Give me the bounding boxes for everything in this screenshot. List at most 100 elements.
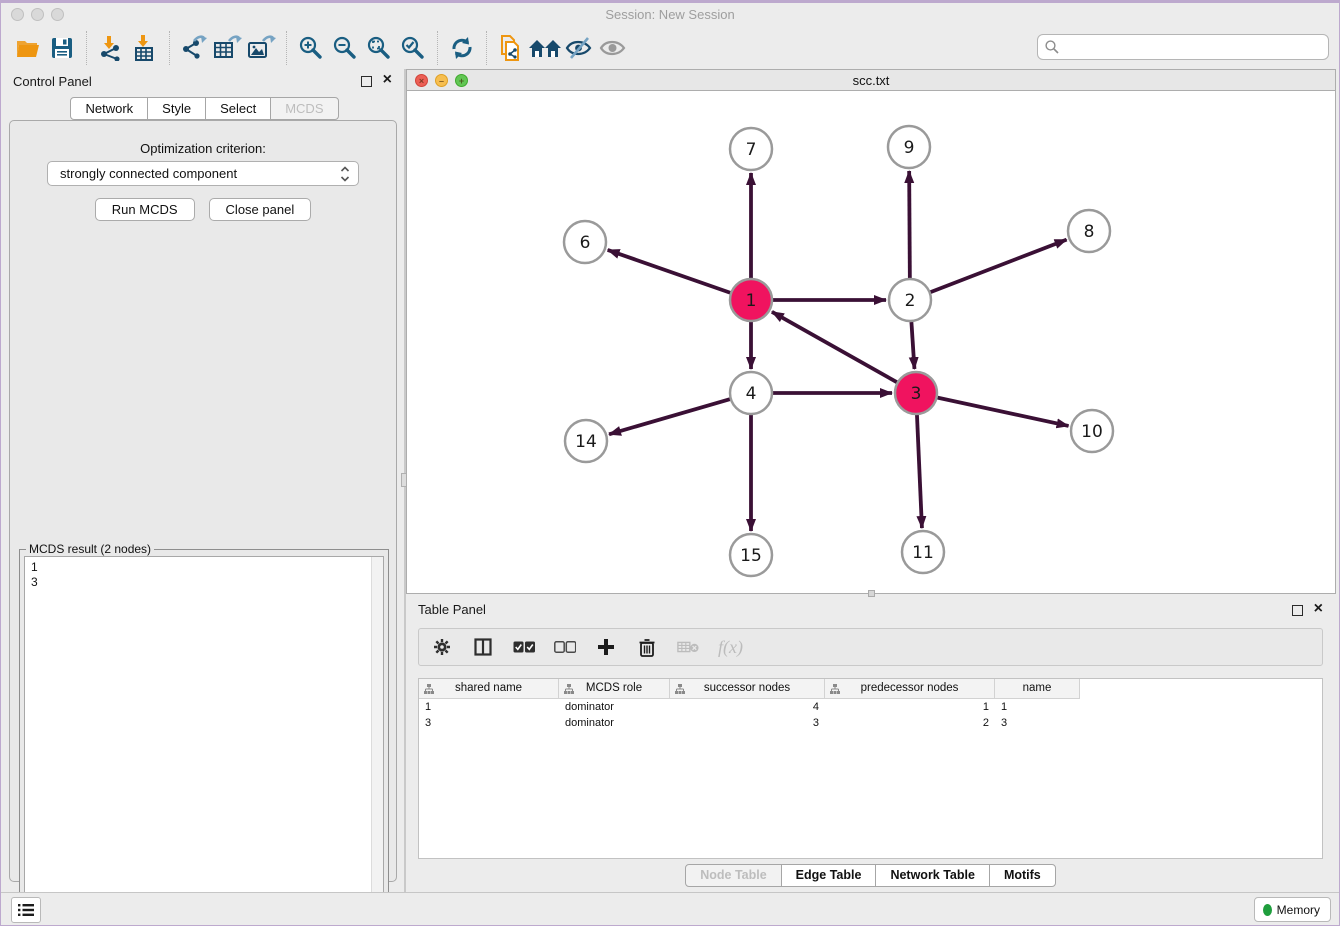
tab-style[interactable]: Style <box>147 97 206 120</box>
graph-node-label-7: 7 <box>746 140 757 160</box>
toolbar-separator <box>169 31 170 65</box>
delete-table-button-disabled <box>677 636 699 658</box>
network-canvas[interactable]: 1234678910111415 <box>406 91 1336 594</box>
toolbar-separator <box>286 31 287 65</box>
home-layout-button[interactable] <box>528 31 562 65</box>
mcds-result-title: MCDS result (2 nodes) <box>26 542 154 556</box>
network-window: × – + scc.txt 1234678910111415 <box>406 69 1336 594</box>
zoom-selected-button[interactable] <box>396 31 430 65</box>
tab-mcds[interactable]: MCDS <box>270 97 338 120</box>
close-panel-button[interactable]: × <box>383 71 392 89</box>
network-resize-handle[interactable] <box>868 590 875 597</box>
column-header-shared-name[interactable]: shared name <box>419 679 559 699</box>
graph-edge-4-14[interactable] <box>609 399 730 434</box>
result-line: 1 <box>31 560 383 575</box>
tab-network[interactable]: Network <box>70 97 148 120</box>
graph-edge-2-9[interactable] <box>909 171 910 278</box>
table-settings-button[interactable] <box>431 636 453 658</box>
export-image-button[interactable] <box>245 31 279 65</box>
application-window: Session: New Session <box>0 0 1340 926</box>
zoom-out-button[interactable] <box>328 31 362 65</box>
open-session-button[interactable] <box>11 31 45 65</box>
result-scrollbar[interactable] <box>371 557 383 920</box>
table-row[interactable]: 1 dominator 4 1 1 <box>419 699 1322 715</box>
control-panel: Control Panel × Network Style Select MCD… <box>5 69 404 893</box>
export-image-icon <box>247 35 277 61</box>
attribute-tree-icon <box>675 684 685 694</box>
clone-network-icon <box>498 34 524 62</box>
eye-slash-icon <box>564 36 594 60</box>
table-panel-title: Table Panel <box>418 602 486 617</box>
refresh-icon <box>449 35 475 61</box>
column-header-name[interactable]: name <box>995 679 1080 699</box>
import-network-button[interactable] <box>94 31 128 65</box>
search-field[interactable] <box>1037 34 1329 60</box>
select-all-button[interactable] <box>513 636 535 658</box>
add-column-button[interactable] <box>595 636 617 658</box>
tab-edge-table[interactable]: Edge Table <box>781 864 877 887</box>
cell-predecessor-nodes: 1 <box>825 699 995 715</box>
graph-node-label-15: 15 <box>740 546 762 566</box>
window-title: Session: New Session <box>1 7 1339 22</box>
memory-label: Memory <box>1277 903 1320 917</box>
export-network-button[interactable] <box>177 31 211 65</box>
result-line: 3 <box>31 575 383 590</box>
graph-node-label-14: 14 <box>575 432 597 452</box>
cell-shared-name: 3 <box>419 715 559 731</box>
float-panel-button[interactable] <box>361 76 372 87</box>
float-table-panel-button[interactable] <box>1292 605 1303 616</box>
cell-successor-nodes: 4 <box>670 699 825 715</box>
close-table-panel-button[interactable]: × <box>1314 600 1323 618</box>
run-mcds-button[interactable]: Run MCDS <box>95 198 195 221</box>
table-toolbar: f(x) <box>418 628 1323 666</box>
hide-panels-button[interactable] <box>562 31 596 65</box>
trash-icon <box>639 638 655 657</box>
graph-edge-3-11[interactable] <box>917 415 922 528</box>
table-row[interactable]: 3 dominator 3 2 3 <box>419 715 1322 731</box>
graph-edge-2-3[interactable] <box>911 322 914 369</box>
save-session-button[interactable] <box>45 31 79 65</box>
close-panel-pushbutton[interactable]: Close panel <box>209 198 312 221</box>
search-input[interactable] <box>1060 37 1328 57</box>
column-header-successor-nodes[interactable]: successor nodes <box>670 679 825 699</box>
cell-name: 1 <box>995 699 1080 715</box>
graph-node-label-4: 4 <box>746 384 757 404</box>
graph-edge-2-8[interactable] <box>931 240 1067 292</box>
clone-network-button[interactable] <box>494 31 528 65</box>
export-network-icon <box>180 35 208 61</box>
network-window-title: scc.txt <box>407 73 1335 88</box>
network-window-titlebar: × – + scc.txt <box>406 69 1336 91</box>
delete-column-button[interactable] <box>636 636 658 658</box>
refresh-layout-button[interactable] <box>445 31 479 65</box>
show-panels-button[interactable] <box>596 31 630 65</box>
graph-edge-1-6[interactable] <box>608 250 731 293</box>
task-history-button[interactable] <box>11 897 41 923</box>
unchecked-boxes-icon <box>554 641 576 653</box>
zoom-fit-button[interactable] <box>362 31 396 65</box>
deselect-all-button[interactable] <box>554 636 576 658</box>
export-table-icon <box>213 35 243 61</box>
zoom-selected-icon <box>400 35 426 61</box>
mcds-result-text[interactable]: 1 3 <box>24 556 384 921</box>
split-columns-button[interactable] <box>472 636 494 658</box>
column-header-predecessor-nodes[interactable]: predecessor nodes <box>825 679 995 699</box>
tab-node-table[interactable]: Node Table <box>685 864 781 887</box>
tab-motifs[interactable]: Motifs <box>989 864 1056 887</box>
tab-select[interactable]: Select <box>205 97 271 120</box>
node-table[interactable]: shared name MCDS role successor nodes pr… <box>418 678 1323 859</box>
tab-network-table[interactable]: Network Table <box>875 864 990 887</box>
toolbar-separator <box>86 31 87 65</box>
memory-button[interactable]: Memory <box>1254 897 1331 922</box>
zoom-in-button[interactable] <box>294 31 328 65</box>
control-panel-title: Control Panel <box>13 74 92 89</box>
graph-edge-3-1[interactable] <box>772 312 897 382</box>
plus-icon <box>597 638 615 656</box>
import-table-button[interactable] <box>128 31 162 65</box>
column-header-mcds-role[interactable]: MCDS role <box>559 679 670 699</box>
table-panel: Table Panel × <box>406 598 1335 893</box>
criterion-dropdown[interactable]: strongly connected component <box>47 161 359 186</box>
open-folder-icon <box>15 37 41 59</box>
zoom-in-icon <box>298 35 324 61</box>
graph-edge-3-10[interactable] <box>938 398 1069 426</box>
export-table-button[interactable] <box>211 31 245 65</box>
